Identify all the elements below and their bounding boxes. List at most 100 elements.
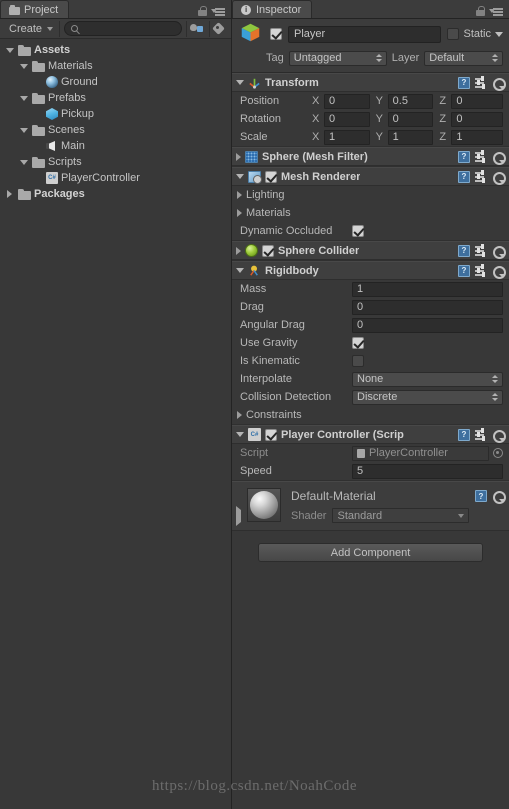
help-icon[interactable]: ?	[458, 170, 470, 183]
property-checkbox[interactable]	[352, 225, 364, 237]
foldout-constraints[interactable]: Constraints	[232, 406, 509, 424]
gear-icon[interactable]	[492, 429, 506, 443]
gear-icon[interactable]	[492, 171, 506, 185]
property-input[interactable]: 5	[352, 463, 503, 479]
object-picker-icon[interactable]	[493, 448, 503, 458]
gear-icon[interactable]	[492, 77, 506, 91]
component-header[interactable]: Sphere Collider?	[232, 241, 509, 260]
preset-icon[interactable]	[475, 428, 487, 441]
component-header[interactable]: Sphere (Mesh Filter)?	[232, 147, 509, 166]
rotation-x-input[interactable]: 0	[324, 111, 370, 127]
rotation-y-input[interactable]: 0	[387, 111, 434, 127]
component-enabled-checkbox[interactable]	[265, 428, 277, 441]
lock-icon[interactable]	[198, 6, 207, 16]
component-enabled-checkbox[interactable]	[262, 244, 274, 257]
component-header[interactable]: Rigidbody?	[232, 261, 509, 280]
help-icon[interactable]: ?	[458, 76, 470, 89]
tag-dropdown[interactable]: Untagged	[288, 50, 387, 66]
twisty-down-icon[interactable]	[18, 95, 29, 101]
help-icon[interactable]: ?	[458, 428, 470, 441]
help-icon[interactable]: ?	[458, 150, 470, 163]
gear-icon[interactable]	[492, 265, 506, 279]
chevron-down-icon[interactable]	[495, 31, 503, 37]
chevron-updown-icon	[491, 392, 498, 402]
create-button[interactable]: Create	[3, 20, 61, 37]
tree-item-packages[interactable]: Packages	[0, 186, 231, 202]
scale-x-input[interactable]: 1	[324, 129, 370, 145]
tree-item-pickup[interactable]: Pickup	[0, 106, 231, 122]
help-icon[interactable]: ?	[458, 264, 470, 277]
help-icon[interactable]: ?	[475, 490, 487, 502]
foldout-materials[interactable]: Materials	[232, 204, 509, 222]
twisty-right-icon[interactable]	[4, 190, 15, 198]
position-z-input[interactable]: 0	[451, 93, 504, 109]
scale-y-input[interactable]: 1	[387, 129, 434, 145]
static-toggle[interactable]: Static	[447, 28, 503, 40]
twisty-down-icon[interactable]	[236, 174, 244, 179]
twisty-down-icon[interactable]	[236, 268, 244, 273]
script-reference[interactable]: PlayerController	[352, 445, 489, 461]
twisty-down-icon[interactable]	[4, 47, 15, 53]
twisty-right-icon[interactable]	[236, 152, 241, 161]
component-header[interactable]: Mesh Renderer?	[232, 167, 509, 186]
property-dropdown[interactable]: None	[352, 371, 503, 387]
gear-icon[interactable]	[492, 490, 506, 504]
gear-icon[interactable]	[492, 151, 506, 165]
twisty-down-icon[interactable]	[18, 159, 29, 165]
twisty-down-icon[interactable]	[236, 80, 244, 85]
twisty-right-icon[interactable]	[236, 246, 241, 255]
property-input[interactable]: 0	[352, 299, 503, 315]
lock-icon[interactable]	[476, 6, 485, 16]
material-foldout[interactable]	[236, 488, 241, 526]
property-checkbox[interactable]	[352, 355, 364, 367]
layer-dropdown[interactable]: Default	[424, 50, 503, 66]
object-enabled-checkbox[interactable]	[270, 28, 282, 40]
hamburger-menu-icon[interactable]	[211, 6, 225, 16]
script-object-field[interactable]: PlayerController	[352, 445, 503, 461]
position-x-input[interactable]: 0	[324, 93, 370, 109]
tab-project[interactable]: Project	[0, 0, 70, 18]
hamburger-menu-icon[interactable]	[489, 6, 503, 16]
tree-item-prefabs[interactable]: Prefabs	[0, 90, 231, 106]
twisty-down-icon[interactable]	[18, 63, 29, 69]
twisty-right-icon[interactable]	[237, 209, 242, 217]
preset-icon[interactable]	[475, 244, 487, 257]
position-y-input[interactable]: 0.5	[387, 93, 434, 109]
shader-dropdown[interactable]: Standard	[332, 508, 469, 523]
tree-item-playercontroller[interactable]: C# PlayerController	[0, 170, 231, 186]
property-input[interactable]: 1	[352, 281, 503, 297]
tree-item-scripts[interactable]: Scripts	[0, 154, 231, 170]
twisty-right-icon[interactable]	[237, 411, 242, 419]
tree-item-scenes[interactable]: Scenes	[0, 122, 231, 138]
tree-item-label: Ground	[61, 76, 98, 88]
object-name-field[interactable]: Player	[288, 25, 442, 43]
gear-icon[interactable]	[492, 245, 506, 259]
static-checkbox[interactable]	[447, 28, 460, 40]
tree-item-materials[interactable]: Materials	[0, 58, 231, 74]
preset-icon[interactable]	[475, 170, 487, 183]
tree-item-ground[interactable]: Ground	[0, 74, 231, 90]
component-header[interactable]: C# Player Controller (Scrip?	[232, 425, 509, 444]
twisty-down-icon[interactable]	[18, 127, 29, 133]
preset-icon[interactable]	[475, 76, 487, 89]
avatar-collab-icon[interactable]	[186, 20, 205, 37]
property-input[interactable]: 0	[352, 317, 503, 333]
search-input[interactable]	[64, 21, 182, 36]
rotation-z-input[interactable]: 0	[451, 111, 504, 127]
property-dropdown[interactable]: Discrete	[352, 389, 503, 405]
twisty-down-icon[interactable]	[236, 432, 244, 437]
tree-item-main[interactable]: Main	[0, 138, 231, 154]
twisty-right-icon[interactable]	[237, 191, 242, 199]
property-checkbox[interactable]	[352, 337, 364, 349]
component-enabled-checkbox[interactable]	[265, 170, 277, 183]
preset-icon[interactable]	[475, 264, 487, 277]
tab-inspector[interactable]: Inspector	[232, 0, 313, 18]
label-tag-icon[interactable]	[209, 20, 228, 37]
foldout-lighting[interactable]: Lighting	[232, 186, 509, 204]
component-header[interactable]: Transform?	[232, 73, 509, 92]
add-component-button[interactable]: Add Component	[258, 543, 483, 562]
preset-icon[interactable]	[475, 150, 487, 163]
tree-item-assets[interactable]: Assets	[0, 42, 231, 58]
scale-z-input[interactable]: 1	[451, 129, 504, 145]
help-icon[interactable]: ?	[458, 244, 470, 257]
